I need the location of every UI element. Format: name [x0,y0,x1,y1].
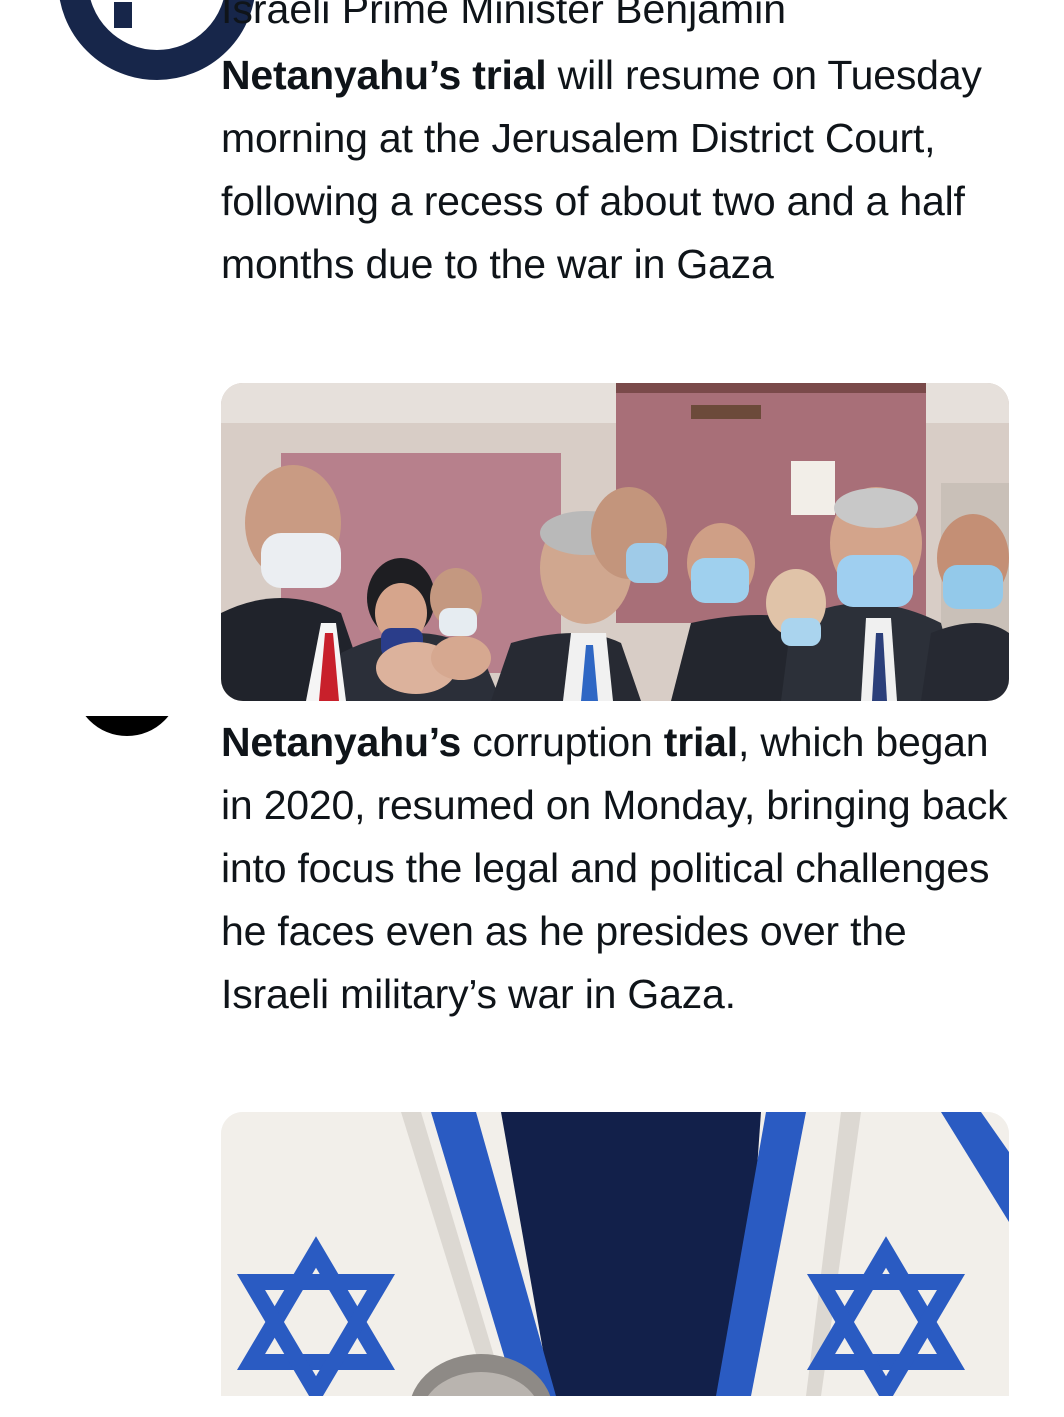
avatar[interactable] [74,716,180,736]
logo-icon [114,2,132,28]
clipped-text-line: Israeli Prime Minister Benjamin [221,0,787,32]
tweet-text-bold: Netanyahu’s trial [221,52,547,98]
photo-courtroom-icon [221,383,1009,701]
tweet-text: Netanyahu’s corruption trial, which bega… [221,711,1021,1026]
tweet-image-flags[interactable] [221,1112,1009,1396]
photo-israeli-flags-icon [221,1112,1009,1396]
tweet-text-bold: trial [663,719,738,765]
tweet-image-courtroom[interactable] [221,383,1009,701]
tweet-text: Netanyahu’s trial will resume on Tuesday… [221,44,1021,296]
tweet-text-body: corruption [461,719,664,765]
tweet-text-bold: Netanyahu’s [221,719,462,765]
